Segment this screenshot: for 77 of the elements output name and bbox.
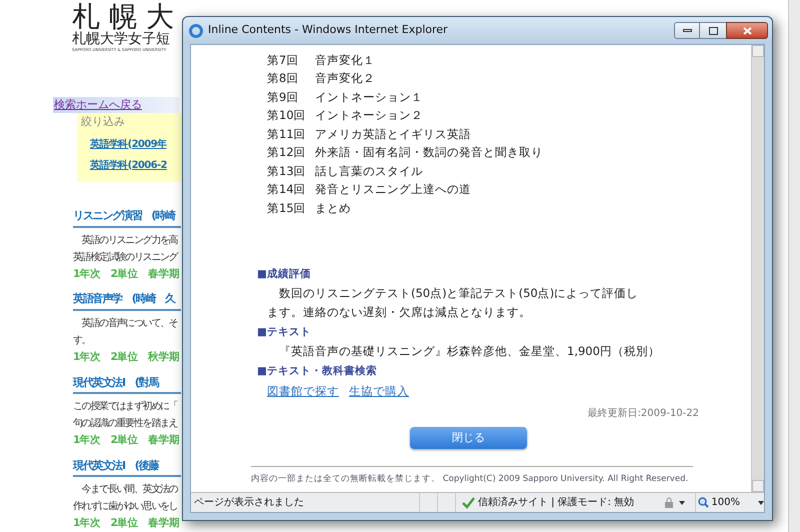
copyright-notice: 内容の一部または全ての無断転載を禁じます。 Copylight(C) 2009 Sapporo University. All Right Reserved.: [251, 473, 688, 486]
course-meta: 1年次: [73, 350, 101, 365]
course-title[interactable]: 現代英文法Ⅰ (後藤: [73, 458, 158, 474]
security-zone: 信頼済みサイト | 保護モード: 無効: [478, 496, 634, 510]
course-meta: 2単位: [110, 266, 138, 282]
session-topic: 外来語・固有名詞・数詞の発音と聞き取り: [315, 144, 543, 162]
minimize-button[interactable]: [674, 22, 700, 39]
session-number: 第13回: [267, 162, 307, 180]
back-link[interactable]: 検索ホームへ戻る: [53, 96, 142, 114]
window-title: Inline Contents - Windows Internet Explorer: [208, 22, 449, 38]
session-topic: イントネーション２: [315, 107, 423, 124]
logo-subtitle: 札幌大学女子短: [72, 32, 170, 47]
session-number: 第12回: [267, 144, 307, 162]
course-meta: 2単位: [110, 433, 138, 448]
scroll-up-icon: [752, 45, 764, 57]
session-number: 第15回: [267, 200, 307, 217]
last-updated: 最終更新日:2009-10-22: [588, 406, 699, 421]
course-meta: 1年次: [73, 266, 101, 282]
session-topic: 話し言葉のスタイル: [315, 162, 423, 180]
course-description: 今まで長い間、英文法の: [80, 482, 178, 498]
session-number: 第8回: [267, 70, 300, 88]
course-description: 句の認識の重要性を踏まえ: [73, 416, 178, 431]
section-heading: ■テキスト・教科書検索: [257, 364, 377, 378]
filter-link[interactable]: 英語学科(2006-2: [90, 158, 167, 172]
status-message: ページが表示されました: [193, 496, 305, 510]
ie-logo-icon: [189, 24, 203, 38]
session-number: 第10回: [267, 107, 307, 124]
session-topic: イントネーション１: [315, 88, 423, 106]
dropdown-caret-icon: [679, 500, 686, 504]
course-title[interactable]: 英語音声学 (時崎 久: [73, 291, 175, 308]
lock-icon: [663, 496, 676, 508]
session-topic: 音声変化２: [315, 70, 375, 88]
section-heading: ■成績評価: [257, 266, 311, 282]
session-number: 第11回: [267, 126, 307, 143]
check-icon: [462, 496, 475, 508]
course-meta: 春学期: [148, 516, 180, 532]
course-description: す。: [73, 334, 90, 348]
maximize-button[interactable]: [700, 22, 726, 39]
session-topic: まとめ: [315, 200, 351, 217]
minimize-icon: [682, 29, 692, 32]
session-topic: アメリカ英語とイギリス英語: [315, 126, 471, 143]
session-number: 第7回: [267, 52, 300, 69]
course-description: 作れずに歯がゆい思いをし: [73, 500, 178, 514]
text-search-link[interactable]: 図書館で探す: [267, 382, 339, 400]
dropdown-caret-icon[interactable]: [758, 500, 764, 504]
section-paragraph: 数回のリスニングテスト(50点)と筆記テスト(50点)によって評価します。連絡のない遅刻・欠席は減点となります。: [267, 284, 640, 320]
course-description: 英語検定試験のリスニング: [73, 250, 178, 264]
section-heading: ■テキスト: [257, 324, 311, 340]
course-meta: 秋学期: [148, 350, 180, 365]
course-meta: 2単位: [110, 516, 138, 532]
course-meta: 春学期: [148, 433, 180, 448]
page-scrollbar[interactable]: [788, 0, 800, 532]
course-title[interactable]: リスニング演習 (時崎: [73, 208, 175, 224]
filter-link[interactable]: 英語学科(2009年: [90, 136, 166, 152]
course-description: 英語の音声について、そ: [80, 316, 178, 331]
course-meta: 1年次: [73, 516, 101, 532]
vertical-scrollbar[interactable]: [751, 45, 764, 492]
session-topic: 発音とリスニング上達への道: [315, 181, 471, 198]
course-description: 英語のリスニング力を高: [80, 234, 178, 248]
maximize-icon: [708, 26, 718, 34]
zoom-icon: [698, 497, 710, 508]
close-button[interactable]: [726, 22, 768, 39]
course-title[interactable]: 現代英文法Ⅰ (對馬: [73, 374, 158, 391]
session-topic: 音声変化１: [315, 52, 375, 69]
course-meta: 2単位: [110, 350, 138, 365]
course-meta: 1年次: [73, 433, 101, 448]
section-text: 『英語音声の基礎リスニング』杉森幹彦他、金星堂、1,900円（税別）: [279, 342, 660, 360]
session-number: 第9回: [267, 88, 300, 106]
logo-title: 札 幌 大: [72, 2, 174, 32]
filter-label: 絞り込み: [81, 114, 125, 130]
text-search-link[interactable]: 生協で購入: [349, 382, 409, 400]
course-meta: 春学期: [148, 266, 180, 282]
course-description: この授業ではまず初めに「: [73, 400, 178, 414]
close-icon: [742, 26, 752, 34]
zoom-button[interactable]: 100%: [695, 493, 742, 512]
session-number: 第14回: [267, 181, 307, 198]
close-page-button[interactable]: 閉じる: [410, 426, 527, 449]
